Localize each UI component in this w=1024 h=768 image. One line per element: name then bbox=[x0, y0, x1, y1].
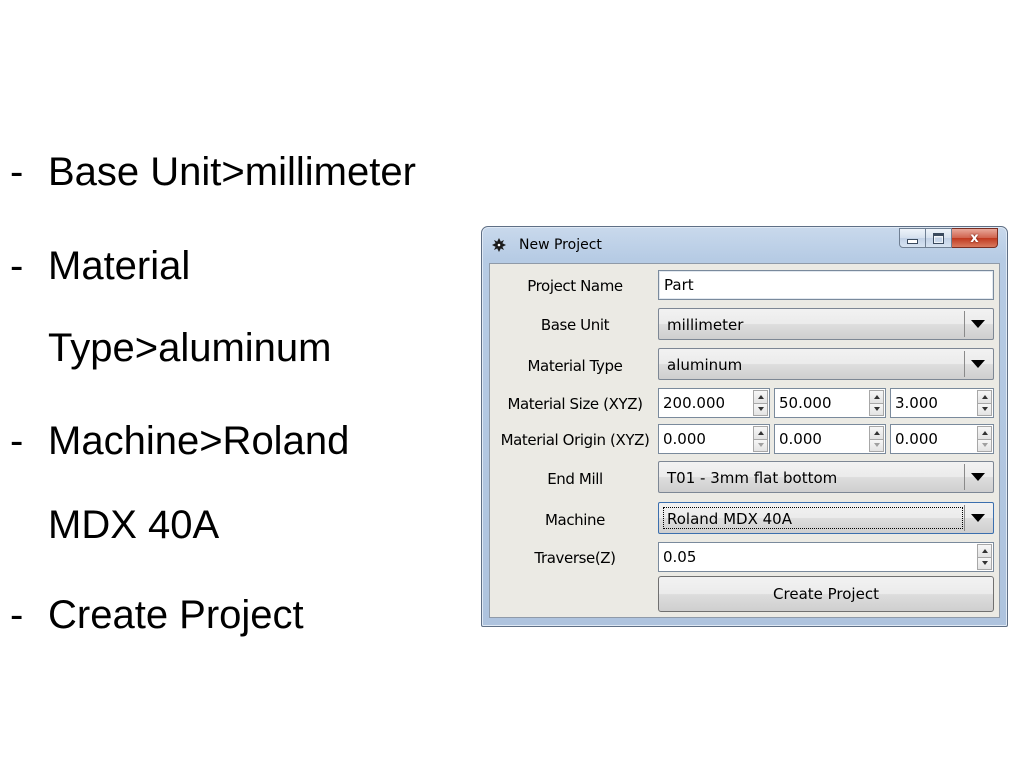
new-project-window: New Project x Project Name Part Base Uni… bbox=[481, 226, 1008, 627]
arrow-down-icon bbox=[981, 407, 988, 412]
minimize-button[interactable] bbox=[899, 228, 926, 248]
arrow-down-icon bbox=[757, 407, 764, 412]
material-size-y-input[interactable]: 50.000 bbox=[774, 388, 886, 418]
end-mill-value: T01 - 3mm flat bottom bbox=[667, 469, 838, 487]
base-unit-select[interactable]: millimeter bbox=[658, 308, 994, 340]
spin-value: 0.05 bbox=[663, 548, 697, 566]
spin-up-button[interactable] bbox=[869, 426, 884, 440]
bullet-dash: - bbox=[10, 244, 24, 288]
bullet-text: Create Project bbox=[48, 593, 304, 637]
arrow-up-icon bbox=[981, 394, 988, 399]
spin-down-button[interactable] bbox=[869, 439, 884, 452]
arrow-down-icon bbox=[873, 407, 880, 412]
material-type-value: aluminum bbox=[667, 356, 743, 374]
arrow-down-icon bbox=[981, 443, 988, 448]
spin-up-button[interactable] bbox=[753, 426, 768, 440]
end-mill-label: End Mill bbox=[547, 470, 603, 488]
spin-down-button[interactable] bbox=[977, 403, 992, 416]
spin-buttons bbox=[753, 390, 768, 416]
spin-value: 0.000 bbox=[663, 430, 706, 448]
maximize-button[interactable] bbox=[926, 228, 952, 248]
dialog-client-area: Project Name Part Base Unit millimeter M… bbox=[489, 263, 1000, 618]
material-origin-z-input[interactable]: 0.000 bbox=[890, 424, 994, 454]
spin-down-button[interactable] bbox=[869, 403, 884, 416]
spin-down-button[interactable] bbox=[753, 439, 768, 452]
caption-buttons: x bbox=[899, 228, 998, 250]
machine-select[interactable]: Roland MDX 40A bbox=[658, 502, 994, 534]
arrow-down-icon bbox=[757, 443, 764, 448]
bullet-text: Machine>Roland bbox=[48, 419, 350, 463]
material-type-label: Material Type bbox=[527, 357, 623, 375]
arrow-up-icon bbox=[757, 430, 764, 435]
chevron-down-icon bbox=[971, 320, 985, 328]
spin-buttons bbox=[977, 544, 992, 570]
arrow-up-icon bbox=[873, 430, 880, 435]
spin-up-button[interactable] bbox=[977, 426, 992, 440]
base-unit-label: Base Unit bbox=[540, 316, 610, 334]
create-project-button[interactable]: Create Project bbox=[658, 576, 994, 612]
spin-value: 50.000 bbox=[779, 394, 832, 412]
dropdown-arrow[interactable] bbox=[964, 351, 991, 377]
spin-value: 3.000 bbox=[895, 394, 938, 412]
bullet-text: Base Unit>millimeter bbox=[48, 150, 416, 194]
base-unit-value: millimeter bbox=[667, 316, 744, 334]
close-icon: x bbox=[970, 230, 979, 246]
bullet-dash: - bbox=[10, 419, 24, 463]
spin-buttons bbox=[869, 426, 884, 452]
window-title: New Project bbox=[519, 237, 602, 253]
spin-buttons bbox=[977, 426, 992, 452]
bullet-dash: - bbox=[10, 150, 24, 194]
chevron-down-icon bbox=[971, 360, 985, 368]
bullet-dash: - bbox=[10, 593, 24, 637]
material-origin-label: Material Origin (XYZ) bbox=[500, 431, 650, 449]
traverse-input[interactable]: 0.05 bbox=[658, 542, 994, 572]
dropdown-arrow[interactable] bbox=[964, 311, 991, 337]
bullet-text: Type>aluminum bbox=[48, 326, 332, 370]
spin-up-button[interactable] bbox=[977, 390, 992, 404]
arrow-down-icon bbox=[981, 561, 988, 566]
material-size-x-input[interactable]: 200.000 bbox=[658, 388, 770, 418]
project-name-input[interactable]: Part bbox=[658, 270, 994, 300]
material-origin-x-input[interactable]: 0.000 bbox=[658, 424, 770, 454]
title-bar[interactable]: New Project x bbox=[482, 227, 1007, 261]
spin-down-button[interactable] bbox=[977, 439, 992, 452]
arrow-up-icon bbox=[873, 394, 880, 399]
material-size-label: Material Size (XYZ) bbox=[507, 395, 643, 413]
material-size-z-input[interactable]: 3.000 bbox=[890, 388, 994, 418]
spin-value: 200.000 bbox=[663, 394, 726, 412]
dropdown-arrow[interactable] bbox=[964, 505, 991, 531]
end-mill-select[interactable]: T01 - 3mm flat bottom bbox=[658, 461, 994, 493]
spin-down-button[interactable] bbox=[977, 557, 992, 570]
close-button[interactable]: x bbox=[952, 228, 998, 248]
spin-value: 0.000 bbox=[895, 430, 938, 448]
chevron-down-icon bbox=[971, 473, 985, 481]
dropdown-arrow[interactable] bbox=[964, 464, 991, 490]
traverse-label: Traverse(Z) bbox=[534, 549, 616, 567]
machine-value: Roland MDX 40A bbox=[667, 510, 792, 528]
bullet-text: Material bbox=[48, 244, 191, 288]
arrow-down-icon bbox=[873, 443, 880, 448]
spin-buttons bbox=[869, 390, 884, 416]
material-type-select[interactable]: aluminum bbox=[658, 348, 994, 380]
project-name-label: Project Name bbox=[527, 277, 623, 295]
bullet-text: MDX 40A bbox=[48, 503, 220, 547]
spin-up-button[interactable] bbox=[869, 390, 884, 404]
minimize-icon bbox=[907, 238, 918, 244]
arrow-up-icon bbox=[981, 430, 988, 435]
arrow-up-icon bbox=[757, 394, 764, 399]
gear-cutter-icon bbox=[491, 237, 507, 253]
maximize-icon bbox=[933, 232, 944, 244]
spin-down-button[interactable] bbox=[753, 403, 768, 416]
machine-label: Machine bbox=[545, 511, 605, 529]
spin-buttons bbox=[977, 390, 992, 416]
material-origin-y-input[interactable]: 0.000 bbox=[774, 424, 886, 454]
chevron-down-icon bbox=[971, 514, 985, 522]
spin-buttons bbox=[753, 426, 768, 452]
arrow-up-icon bbox=[981, 548, 988, 553]
spin-up-button[interactable] bbox=[753, 390, 768, 404]
spin-up-button[interactable] bbox=[977, 544, 992, 558]
spin-value: 0.000 bbox=[779, 430, 822, 448]
